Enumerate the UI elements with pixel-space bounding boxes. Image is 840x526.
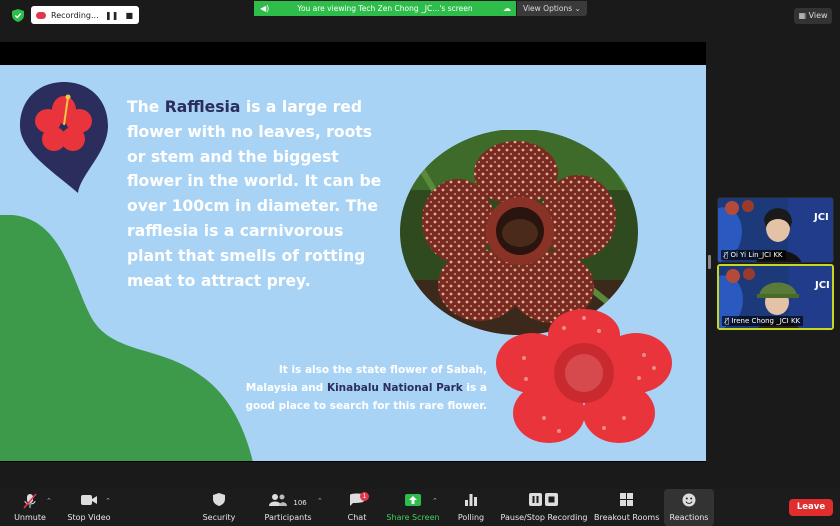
breakout-rooms-label: Breakout Rooms (594, 513, 660, 522)
breakout-rooms-button[interactable]: Breakout Rooms (594, 489, 660, 526)
security-label: Security (202, 513, 236, 522)
viewing-banner: ◀) You are viewing Tech Zen Chong _JC...… (254, 1, 516, 16)
speaker-icon: ◀) (260, 4, 270, 13)
security-shield-icon (198, 493, 240, 513)
red-rafflesia-illustration (496, 309, 672, 443)
view-options-button[interactable]: View Options ⌄ (517, 1, 587, 16)
meeting-toolbar: Unmute ⌃ Stop Video ⌃ Security 106 Parti… (0, 489, 840, 526)
chat-unread-badge: 1 (360, 492, 369, 501)
state-flower-note: It is also the state flower of Sabah, Ma… (230, 362, 487, 415)
pause-recording-icon[interactable]: ❚❚ (105, 11, 118, 20)
top-bar: Recording... ❚❚ ■ ◀) You are viewing Tec… (0, 0, 840, 30)
shield-icon[interactable] (12, 9, 24, 22)
participant-1-name: 🎙̸ Oi Yi Lin_JCI KK (721, 250, 786, 260)
kinabalu-highlight: Kinabalu National Park (326, 381, 463, 394)
bar-chart-icon (454, 493, 488, 513)
pause-stop-recording-button[interactable]: Pause/Stop Recording (500, 489, 588, 526)
participant-video-1[interactable]: JCI 🎙̸ Oi Yi Lin_JCI KK (717, 197, 834, 263)
smiley-icon (664, 493, 714, 513)
view-button[interactable]: ▦ View (794, 8, 832, 24)
participant-1-name-text: Oi Yi Lin_JCI KK (730, 251, 783, 259)
participants-label: Participants (264, 513, 312, 522)
cloud-recording-icon (36, 11, 46, 19)
shared-screen: The Rafflesia is a large red flower with… (0, 42, 706, 462)
pause-stop-recording-label: Pause/Stop Recording (500, 513, 588, 522)
participants-options-caret[interactable]: ⌃ (317, 489, 327, 526)
svg-text:JCI: JCI (814, 280, 830, 291)
participant-video-2[interactable]: JCI 🎙̸ Irene Chong _JCI KK (717, 264, 834, 330)
chat-label: Chat (347, 513, 367, 522)
leave-button[interactable]: Leave (789, 499, 833, 516)
view-button-label: View (808, 11, 828, 20)
map-pin-hibiscus-icon (20, 82, 108, 193)
security-button[interactable]: Security (198, 489, 240, 526)
participant-2-name-text: Irene Chong _JCI KK (731, 317, 801, 325)
presentation-slide: The Rafflesia is a large red flower with… (0, 65, 706, 461)
audio-options-caret[interactable]: ⌃ (46, 489, 56, 526)
people-icon: 106 (262, 493, 314, 513)
reactions-button[interactable]: Reactions (664, 489, 714, 526)
viewing-banner-text: You are viewing Tech Zen Chong _JC...'s … (297, 4, 473, 13)
description-intro: The (127, 98, 165, 116)
share-options-caret[interactable]: ⌃ (432, 489, 442, 526)
panel-resize-handle[interactable] (708, 255, 711, 269)
video-options-caret[interactable]: ⌃ (105, 489, 115, 526)
rafflesia-highlight: Rafflesia (164, 98, 241, 116)
rafflesia-photo (400, 130, 638, 335)
stop-recording-icon[interactable]: ■ (125, 11, 133, 20)
recording-label: Recording... (51, 10, 99, 20)
polling-button[interactable]: Polling (454, 489, 488, 526)
polling-label: Polling (457, 513, 485, 522)
participant-2-name: 🎙̸ Irene Chong _JCI KK (722, 316, 804, 326)
svg-text:JCI: JCI (813, 212, 829, 223)
grid-icon (594, 493, 658, 513)
reactions-label: Reactions (669, 513, 709, 522)
pause-stop-icon (500, 493, 588, 513)
recording-indicator[interactable]: Recording... ❚❚ ■ (31, 6, 139, 24)
cloud-icon: ☁ (503, 4, 511, 13)
participants-count: 106 (293, 499, 307, 507)
participants-button[interactable]: 106 Participants (262, 489, 314, 526)
rafflesia-description: The Rafflesia is a large red flower with… (127, 95, 387, 293)
description-body: is a large red flower with no leaves, ro… (127, 98, 382, 290)
view-grid-icon: ▦ (798, 11, 807, 20)
